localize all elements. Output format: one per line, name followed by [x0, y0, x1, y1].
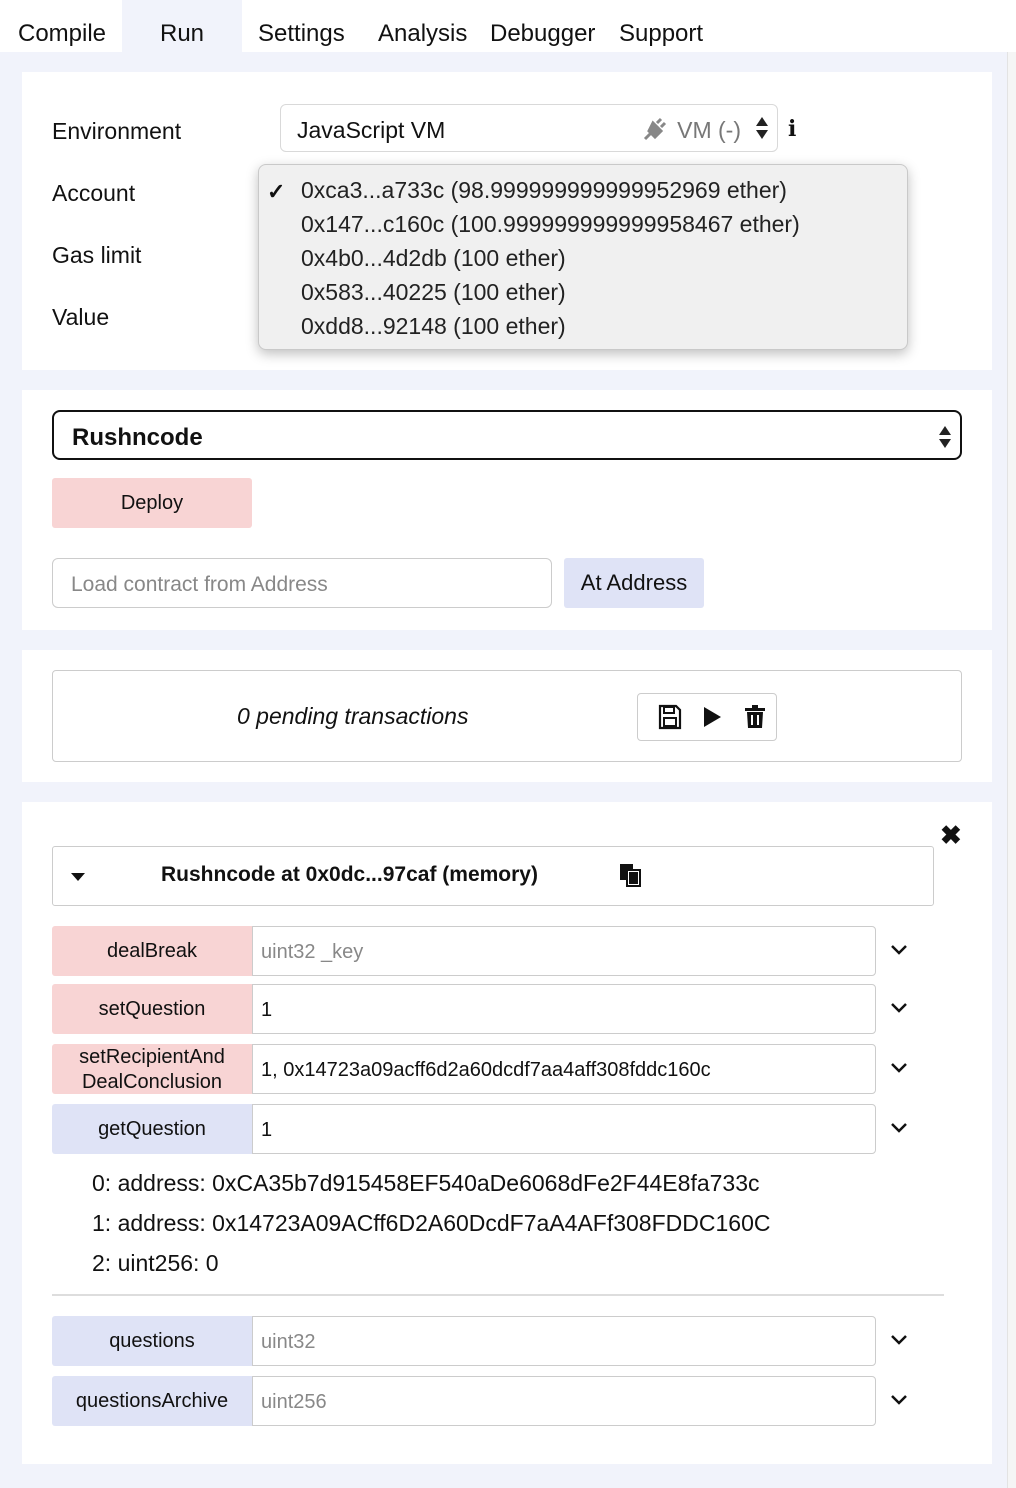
function-row-questionsarchive: questionsArchive uint256 — [52, 1376, 907, 1426]
environment-label: Environment — [52, 118, 182, 144]
call-result: 2: uint256: 0 — [92, 1250, 219, 1276]
transaction-controls — [637, 693, 777, 741]
tab-settings[interactable]: Settings — [258, 0, 345, 52]
questions-button[interactable]: questions — [52, 1316, 252, 1366]
copy-icon[interactable] — [619, 861, 641, 887]
account-option[interactable]: 0xdd8...92148 (100 ether) — [301, 313, 566, 340]
deploy-button[interactable]: Deploy — [52, 478, 252, 528]
play-icon[interactable] — [700, 704, 724, 730]
tab-bar: Compile Run Settings Analysis Debugger S… — [0, 0, 1016, 52]
account-option[interactable]: 0x147...c160c (100.999999999999958467 et… — [301, 211, 800, 238]
account-option[interactable]: 0x4b0...4d2db (100 ether) — [301, 245, 566, 272]
transactions-panel: 0 pending transactions — [22, 650, 992, 782]
setrecipientanddealconclusion-input[interactable]: 1, 0x14723a09acff6d2a60dcdf7aa4aff308fdd… — [252, 1044, 876, 1094]
instance-header[interactable]: Rushncode at 0x0dc...97caf (memory) — [52, 846, 934, 906]
tab-support[interactable]: Support — [619, 0, 703, 52]
function-row-setquestion: setQuestion 1 — [52, 984, 907, 1034]
tab-run[interactable]: Run — [122, 0, 242, 52]
scrollbar[interactable] — [1007, 52, 1016, 1488]
setrecipientanddealconclusion-button[interactable]: setRecipientAnd DealConclusion — [52, 1044, 252, 1094]
pending-box: 0 pending transactions — [52, 670, 962, 762]
tab-analysis[interactable]: Analysis — [378, 0, 467, 52]
dealbreak-button[interactable]: dealBreak — [52, 926, 252, 976]
account-option[interactable]: 0x583...40225 (100 ether) — [301, 279, 566, 306]
contract-select-value: Rushncode — [72, 424, 203, 451]
instance-panel: ✖ Rushncode at 0x0dc...97caf (memory) de… — [22, 802, 992, 1464]
chevron-down-icon[interactable] — [890, 1058, 908, 1076]
close-icon[interactable]: ✖ — [940, 820, 962, 851]
setquestion-input[interactable]: 1 — [252, 984, 876, 1034]
tab-debugger[interactable]: Debugger — [490, 0, 595, 52]
value-label: Value — [52, 304, 110, 330]
account-option[interactable]: 0xca3...a733c (98.999999999999952969 eth… — [301, 177, 787, 204]
gas-limit-label: Gas limit — [52, 242, 142, 268]
caret-down-icon[interactable] — [71, 873, 85, 881]
checkmark-icon: ✓ — [267, 179, 286, 204]
questionsarchive-input[interactable]: uint256 — [252, 1376, 876, 1426]
function-row-setrecipientanddealconclusion: setRecipientAnd DealConclusion 1, 0x14723… — [52, 1044, 907, 1094]
select-arrows-icon — [755, 113, 769, 143]
environment-value: JavaScript VM — [297, 117, 446, 143]
setquestion-button[interactable]: setQuestion — [52, 984, 252, 1034]
call-result: 1: address: 0x14723A09ACff6D2A60DcdF7aA4… — [92, 1210, 771, 1236]
chevron-down-icon[interactable] — [890, 1330, 908, 1348]
function-row-dealbreak: dealBreak uint32 _key — [52, 926, 907, 976]
function-row-questions: questions uint32 — [52, 1316, 907, 1366]
contract-panel: Rushncode Deploy Load contract from Addr… — [22, 390, 992, 630]
chevron-down-icon[interactable] — [890, 1118, 908, 1136]
instance-title: Rushncode at 0x0dc...97caf (memory) — [161, 863, 538, 886]
chevron-down-icon[interactable] — [890, 1390, 908, 1408]
questionsarchive-button[interactable]: questionsArchive — [52, 1376, 252, 1426]
select-arrows-icon — [938, 422, 952, 452]
load-address-input[interactable]: Load contract from Address — [52, 558, 552, 608]
contract-select[interactable]: Rushncode — [52, 410, 962, 460]
getquestion-input[interactable]: 1 — [252, 1104, 876, 1154]
info-icon[interactable]: i — [788, 116, 796, 142]
function-row-getquestion: getQuestion 1 — [52, 1104, 907, 1154]
getquestion-button[interactable]: getQuestion — [52, 1104, 252, 1154]
dealbreak-input[interactable]: uint32 _key — [252, 926, 876, 976]
account-dropdown[interactable]: ✓ 0xca3...a733c (98.999999999999952969 e… — [258, 164, 908, 350]
call-result: 0: address: 0xCA35b7d915458EF540aDe6068d… — [92, 1170, 760, 1196]
trash-icon[interactable] — [744, 704, 768, 730]
environment-vm-label: VM (-) — [677, 117, 741, 143]
account-label: Account — [52, 180, 136, 206]
environment-select[interactable]: JavaScript VM VM (-) — [280, 104, 778, 152]
plug-icon — [641, 117, 667, 147]
save-icon[interactable] — [658, 704, 682, 730]
tab-compile[interactable]: Compile — [18, 0, 106, 52]
chevron-down-icon[interactable] — [890, 940, 908, 958]
pending-transactions-text: 0 pending transactions — [237, 703, 469, 729]
chevron-down-icon[interactable] — [890, 998, 908, 1016]
questions-input[interactable]: uint32 — [252, 1316, 876, 1366]
load-address-placeholder: Load contract from Address — [71, 573, 328, 596]
divider — [52, 1294, 944, 1296]
at-address-button[interactable]: At Address — [564, 558, 704, 608]
